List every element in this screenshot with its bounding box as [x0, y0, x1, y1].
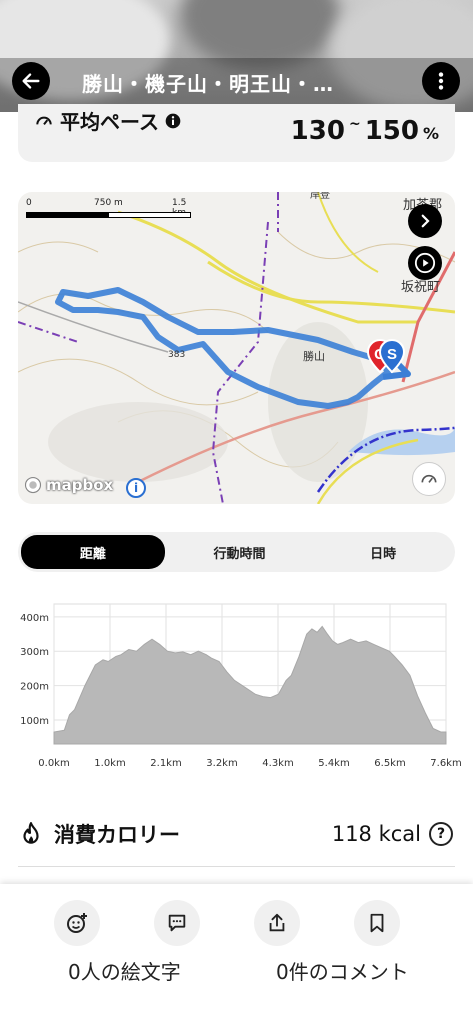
mapbox-logo: mapbox	[24, 476, 113, 494]
mapbox-label: mapbox	[46, 476, 114, 494]
calories-label: 消費カロリー	[54, 823, 180, 847]
arrow-left-icon	[22, 73, 40, 89]
bottom-action-bar: 0人の絵文字 0件のコメント	[0, 884, 473, 1024]
divider	[18, 866, 455, 867]
map-scale: 0 750 m 1.5 km	[24, 198, 194, 218]
bookmark-icon	[370, 913, 384, 933]
map-base: G S	[18, 192, 455, 504]
map-label-road: 岸登	[310, 192, 330, 201]
bookmark-button[interactable]	[354, 900, 400, 946]
activity-detail-page: 勝山・機子山・明王山・… 平均ペース 130 ~150% S 0 750 m 1…	[0, 0, 473, 1024]
calories-value: 118 kcal	[331, 822, 421, 846]
pace-label-row: 平均ペース	[34, 106, 181, 135]
map-label-katsuyama: 勝山	[303, 350, 325, 363]
tab-moving-time[interactable]: 行動時間	[168, 532, 312, 572]
pace-low: 130	[290, 116, 345, 146]
x-tick-label: 2.1km	[150, 758, 181, 769]
x-tick-label: 6.5km	[374, 758, 405, 769]
comment-button[interactable]	[154, 900, 200, 946]
comment-icon	[168, 914, 186, 932]
more-vertical-icon	[438, 72, 444, 90]
play-icon	[414, 252, 436, 274]
share-button[interactable]	[254, 900, 300, 946]
map-gauge-button[interactable]	[412, 462, 446, 496]
x-tick-label: 4.3km	[262, 758, 293, 769]
back-button[interactable]	[12, 62, 50, 100]
info-icon[interactable]	[165, 113, 181, 129]
emoji-add-icon	[67, 913, 87, 933]
tab-datetime[interactable]: 日時	[311, 532, 455, 572]
scale-label-1: 750 m	[94, 198, 123, 208]
scale-label-0: 0	[26, 198, 32, 208]
pace-label: 平均ペース	[60, 110, 159, 134]
route-map[interactable]: G S 0 750 m 1.5 km 加茶郡 坂祝町 勝山 383 岸登 map…	[18, 192, 455, 504]
emoji-count[interactable]: 0人の絵文字	[68, 956, 181, 985]
map-next-button[interactable]	[408, 204, 442, 238]
y-tick-label: 200m	[20, 682, 49, 693]
map-info-button[interactable]: i	[126, 478, 146, 498]
y-tick-label: 300m	[20, 647, 49, 658]
start-label: S	[387, 346, 397, 363]
calories-row: 消費カロリー 118 kcal ?	[18, 814, 455, 854]
page-title: 勝山・機子山・明王山・…	[82, 72, 334, 96]
x-tick-label: 7.6km	[430, 758, 461, 769]
pace-high: 150	[364, 116, 419, 146]
x-tick-label: 1.0km	[94, 758, 125, 769]
elevation-chart: 100m 200m 300m 400m 0.0km 1.0km 2.1km 3.2km 4.3k…	[20, 603, 462, 769]
y-tick-label: 100m	[20, 716, 49, 727]
x-tick-label: 5.4km	[318, 758, 349, 769]
help-icon[interactable]: ?	[429, 822, 453, 846]
pace-card: 平均ペース 130 ~150%	[18, 104, 455, 162]
mapbox-icon	[24, 476, 42, 494]
chart-axis-tabs: 距離 行動時間 日時	[18, 532, 455, 572]
pace-unit: %	[422, 124, 439, 143]
pace-value: 130 ~150%	[291, 116, 439, 146]
emoji-button[interactable]	[54, 900, 100, 946]
share-icon	[269, 913, 285, 932]
pace-separator: ~	[348, 116, 361, 132]
tab-distance[interactable]: 距離	[21, 535, 165, 569]
flame-icon	[23, 822, 39, 844]
map-info-glyph: i	[133, 481, 139, 495]
speedometer-icon	[36, 116, 52, 125]
map-play-button[interactable]	[408, 246, 442, 280]
x-tick-label: 0.0km	[38, 758, 69, 769]
help-glyph: ?	[436, 826, 446, 842]
speedometer-icon	[421, 474, 437, 483]
top-bar: 勝山・機子山・明王山・…	[0, 58, 473, 104]
chevron-right-icon	[421, 214, 430, 228]
comment-count[interactable]: 0件のコメント	[276, 956, 409, 985]
map-label-peak: 383	[168, 350, 186, 360]
x-tick-label: 3.2km	[206, 758, 237, 769]
y-tick-label: 400m	[20, 613, 49, 624]
more-button[interactable]	[422, 62, 460, 100]
